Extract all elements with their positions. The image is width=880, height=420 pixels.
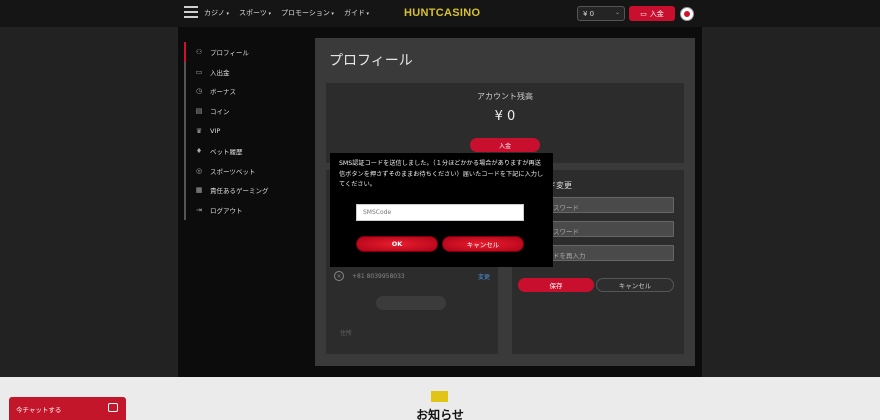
sidebar-item[interactable]: ▦ 責任あるゲーミング bbox=[184, 180, 304, 201]
phone-number: +81 8039958033 bbox=[352, 272, 405, 280]
sidebar-item[interactable]: ♛ VIP bbox=[184, 121, 304, 141]
chat-icon bbox=[108, 403, 118, 412]
save-button[interactable]: 保存 bbox=[518, 278, 594, 292]
close-icon: × bbox=[334, 271, 344, 281]
sidebar-item-label: VIP bbox=[210, 127, 221, 136]
site-logo[interactable]: HUNTCASINO bbox=[404, 7, 480, 19]
sidebar-item-label: ログアウト bbox=[210, 207, 243, 216]
sms-code-input[interactable] bbox=[356, 204, 524, 221]
faint-button[interactable] bbox=[376, 296, 446, 310]
balance-card: アカウント残高 ¥ 0 入金 bbox=[326, 83, 684, 163]
balance-deposit-button[interactable]: 入金 bbox=[470, 138, 540, 152]
profile-sidebar: ⚇ プロフィール ▭ 入出金 ◷ ボーナス ▤ コイン ♛ VIP ♦ ベット履歴 ◎ スポーツベット ▦ 責… bbox=[184, 42, 304, 221]
phone-row: × +81 8039958033 変更 bbox=[334, 271, 490, 281]
sidebar-item[interactable]: ⚇ プロフィール bbox=[184, 42, 304, 62]
chat-button[interactable]: 今チャットする bbox=[9, 397, 126, 420]
chevron-down-icon: ⌄ bbox=[614, 9, 620, 16]
ball-icon: ◎ bbox=[195, 166, 203, 175]
sidebar-item-label: ボーナス bbox=[210, 88, 236, 97]
sidebar-item[interactable]: ♦ ベット履歴 bbox=[184, 140, 304, 161]
balance-value: ¥ 0 bbox=[583, 10, 595, 18]
document-icon: ▦ bbox=[195, 186, 203, 195]
balance-amount: ¥ 0 bbox=[494, 109, 516, 124]
nav-sports[interactable]: スポーツ bbox=[239, 8, 271, 18]
nav-promotions[interactable]: プロモーション bbox=[281, 8, 334, 18]
cancel-button[interactable]: キャンセル bbox=[596, 278, 674, 292]
current-password-input[interactable]: スワード bbox=[548, 197, 674, 213]
background-right bbox=[702, 27, 880, 377]
sidebar-item[interactable]: ◎ スポーツベット bbox=[184, 160, 304, 181]
sidebar-item[interactable]: ▤ コイン bbox=[184, 101, 304, 122]
clock-icon: ◷ bbox=[195, 87, 203, 96]
background-left bbox=[0, 27, 178, 377]
sidebar-item-label: プロフィール bbox=[210, 48, 249, 57]
confirm-password-input[interactable]: ドを再入力 bbox=[548, 245, 674, 261]
change-phone-link[interactable]: 変更 bbox=[478, 272, 490, 281]
chat-label: 今チャットする bbox=[16, 405, 62, 414]
logout-icon: ⇥ bbox=[196, 206, 202, 215]
sidebar-item[interactable]: ▭ 入出金 bbox=[184, 61, 304, 82]
modal-message: SMS認証コードを送信しました。（１分ほどかかる場合がありますが再送信ボタンを押… bbox=[339, 160, 544, 188]
sidebar-item-label: 入出金 bbox=[210, 68, 230, 77]
modal-cancel-button[interactable]: キャンセル bbox=[442, 236, 524, 252]
balance-label: アカウント残高 bbox=[477, 92, 533, 101]
address-label: 住所 bbox=[340, 330, 353, 337]
wallet-icon: ▭ bbox=[195, 67, 203, 76]
notice-title: お知らせ bbox=[416, 408, 464, 420]
coin-icon: ▤ bbox=[195, 107, 203, 116]
language-flag-icon[interactable] bbox=[680, 7, 694, 21]
nav-casino[interactable]: カジノ bbox=[204, 8, 229, 18]
sms-modal: SMS認証コードを送信しました。（１分ほどかかる場合がありますが再送信ボタンを押… bbox=[330, 153, 553, 267]
deposit-button[interactable]: ▭ 入金 bbox=[629, 6, 675, 21]
top-header: カジノ スポーツ プロモーション ガイド HUNTCASINO ¥ 0 ⌄ ▭ … bbox=[0, 0, 880, 27]
crown-icon: ♛ bbox=[195, 127, 203, 136]
history-icon: ♦ bbox=[195, 146, 203, 155]
new-password-input[interactable]: スワード bbox=[548, 221, 674, 237]
sidebar-item-label: コイン bbox=[210, 108, 230, 117]
main-nav: カジノ スポーツ プロモーション ガイド bbox=[204, 8, 369, 18]
sidebar-item-label: ベット履歴 bbox=[210, 147, 243, 156]
notice-icon bbox=[431, 391, 448, 402]
page-title: プロフィール bbox=[329, 53, 413, 69]
user-icon: ⚇ bbox=[195, 47, 203, 56]
ok-button[interactable]: OK bbox=[356, 236, 438, 252]
notice-section: お知らせ bbox=[0, 377, 880, 420]
sidebar-item-label: スポーツベット bbox=[210, 167, 256, 176]
balance-dropdown[interactable]: ¥ 0 ⌄ bbox=[577, 6, 625, 21]
wallet-icon: ▭ bbox=[640, 9, 647, 18]
sidebar-item[interactable]: ◷ ボーナス bbox=[184, 81, 304, 102]
sidebar-item-label: 責任あるゲーミング bbox=[210, 187, 269, 196]
nav-guide[interactable]: ガイド bbox=[344, 8, 369, 18]
deposit-label: 入金 bbox=[649, 9, 664, 18]
sidebar-item[interactable]: ⇥ ログアウト bbox=[184, 200, 304, 221]
menu-icon[interactable] bbox=[184, 6, 198, 18]
